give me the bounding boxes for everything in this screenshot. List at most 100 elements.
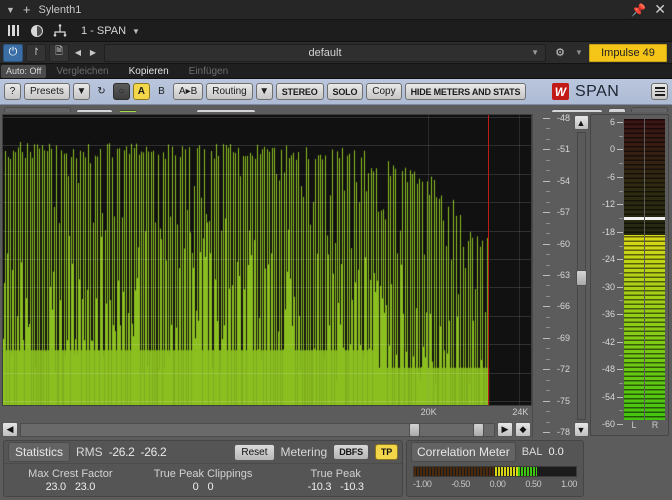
caret-down-icon[interactable]: ▼ [572, 48, 586, 57]
hamburger-icon[interactable] [651, 83, 669, 100]
db-tick [543, 432, 550, 433]
db-tick-label: -78 [556, 427, 570, 437]
caret-down-icon[interactable]: ▼ [531, 48, 539, 57]
tp-button[interactable]: TP [374, 444, 398, 460]
undo-icon[interactable]: ↻ [93, 83, 110, 100]
hscroll-thumb-left[interactable] [408, 422, 420, 437]
main-area: 20K 24K ◀ ▶ ◆ -48 -51 -54 -57 -60 -63 -66 -69 -72… [0, 112, 672, 438]
meter-tick-minor [619, 190, 623, 192]
horizontal-scrollbar[interactable]: ◀ ▶ ◆ [2, 421, 532, 438]
presets-dropdown-caret[interactable]: ▼ [72, 83, 90, 100]
bal-label: BAL [521, 446, 543, 458]
meter-tick-minor [619, 218, 623, 220]
statistic-values: 00 [193, 481, 214, 493]
meter-tick [617, 259, 623, 261]
freq-tick-label: 24K [512, 407, 529, 417]
gridline-horizontal [3, 117, 531, 118]
correlation-tick-label: 1.00 [561, 479, 577, 489]
help-button[interactable]: ? [4, 83, 21, 100]
output-meter-panel[interactable]: 6 0 -6 -12 -18 -24 -30 -36 -42 -48 -54 -60 LR [590, 114, 669, 436]
routing-button[interactable]: Routing [206, 83, 253, 100]
gear-icon[interactable]: ⚙ [551, 46, 569, 59]
statistic-values: -10.3 -10.3 [308, 481, 364, 493]
paste-button[interactable]: Einfügen [179, 66, 238, 77]
meter-tick [617, 204, 623, 206]
ab-copy-button[interactable]: A▸B [172, 83, 204, 100]
db-tick [543, 118, 550, 119]
db-tick-minor [546, 390, 550, 392]
output-meter-bars [624, 119, 665, 420]
meter-tick-minor [619, 135, 623, 137]
meter-channel-label: L [631, 420, 637, 430]
output-meter-column: 6 0 -6 -12 -18 -24 -30 -36 -42 -48 -54 -60 LR [590, 112, 672, 438]
stereo-button[interactable]: STEREO [275, 83, 324, 100]
caret-down-icon[interactable]: ▼ [6, 5, 15, 15]
db-tick-minor [546, 170, 550, 172]
gridline-horizontal [3, 287, 531, 288]
prev-icon[interactable]: ◀ [72, 44, 84, 62]
hscroll-thumb-right[interactable] [472, 422, 484, 437]
power-icon[interactable]: ⏻ [3, 43, 23, 62]
gridline-horizontal [3, 202, 531, 203]
ab-b-button[interactable]: B [153, 83, 170, 100]
phase-invert-icon[interactable] [27, 22, 46, 40]
host-preset-field[interactable]: default ▼ [104, 43, 546, 62]
triangle-up-icon[interactable]: ▲ [573, 115, 589, 130]
diamond-icon[interactable]: ◆ [515, 422, 531, 437]
track-name-badge[interactable]: Impulse 49 [589, 43, 667, 62]
statistic-cell: True Peak -10.3 -10.3 [269, 464, 402, 496]
reset-button[interactable]: Reset [234, 443, 275, 461]
pin-icon[interactable]: 📌 [631, 3, 646, 17]
routing-icon[interactable] [50, 22, 69, 40]
next-icon[interactable]: ▶ [87, 44, 99, 62]
db-tick-minor [546, 201, 550, 203]
routing-dropdown-caret[interactable]: ▼ [255, 83, 273, 100]
compare-button[interactable]: Vergleichen [46, 66, 118, 77]
spectrum-plot[interactable] [2, 114, 532, 406]
presets-button[interactable]: Presets [24, 83, 70, 100]
db-tick [543, 212, 550, 214]
vscroll-track[interactable] [575, 132, 587, 420]
bypass-icon[interactable]: ↾ [26, 43, 46, 62]
statistics-panel: Statistics RMS -26.2 -26.2 Reset Meterin… [3, 440, 403, 497]
meter-channel-label: R [651, 420, 659, 430]
statistic-title: Max Crest Factor [28, 467, 113, 480]
triangle-right-icon[interactable]: ▶ [497, 422, 513, 437]
auto-toggle[interactable]: Auto: Off [1, 64, 47, 78]
meter-tick-minor [619, 245, 623, 247]
triangle-left-icon[interactable]: ◀ [2, 422, 18, 437]
dbfs-button[interactable]: DBFS [333, 444, 369, 460]
meter-tick-minor [619, 300, 623, 302]
copy-button[interactable]: Kopieren [119, 66, 179, 77]
knob-icon[interactable]: ○ [112, 83, 130, 100]
triangle-down-icon[interactable]: ▼ [573, 422, 589, 437]
save-icon[interactable]: 🗎 [49, 43, 69, 62]
voxengo-logo-icon: W [551, 83, 569, 100]
host-slot-label[interactable]: 1 - SPAN ▼ [81, 25, 140, 37]
brand-logo: W SPAN [551, 83, 619, 101]
statistic-value: 0 [192, 480, 199, 493]
ab-a-button[interactable]: A [132, 83, 150, 100]
hscroll-track[interactable] [20, 422, 495, 437]
output-channel-labels: LR [624, 420, 665, 431]
tab-correlation-meter[interactable]: Correlation Meter [411, 442, 516, 462]
tab-statistics[interactable]: Statistics [8, 442, 71, 462]
solo-button[interactable]: SOLO [326, 83, 364, 100]
hide-meters-button[interactable]: HIDE METERS AND STATS [404, 83, 527, 100]
copy-button[interactable]: Copy [366, 83, 402, 100]
db-tick [543, 306, 550, 308]
plus-icon[interactable]: + [23, 3, 31, 16]
gridline-horizontal [3, 373, 531, 374]
statistics-header: Statistics RMS -26.2 -26.2 Reset Meterin… [4, 441, 402, 463]
close-icon[interactable]: ✕ [654, 1, 666, 18]
statistic-cell: Max Crest Factor 23.0 23.0 [4, 464, 137, 496]
host-title-bar: ▼ + Sylenth1 📌 ✕ [0, 0, 672, 20]
mixer-bars-icon[interactable] [4, 22, 23, 40]
db-tick-label: -51 [556, 144, 570, 155]
vscroll-thumb[interactable] [575, 270, 587, 287]
spectrum-trace [3, 115, 531, 405]
db-tick [543, 337, 550, 339]
statistic-value: 23.0 [45, 480, 67, 493]
spectrum-plot-row: 20K 24K ◀ ▶ ◆ -48 -51 -54 -57 -60 -63 -66 -69 -72… [2, 113, 590, 438]
db-tick-minor [546, 264, 550, 266]
